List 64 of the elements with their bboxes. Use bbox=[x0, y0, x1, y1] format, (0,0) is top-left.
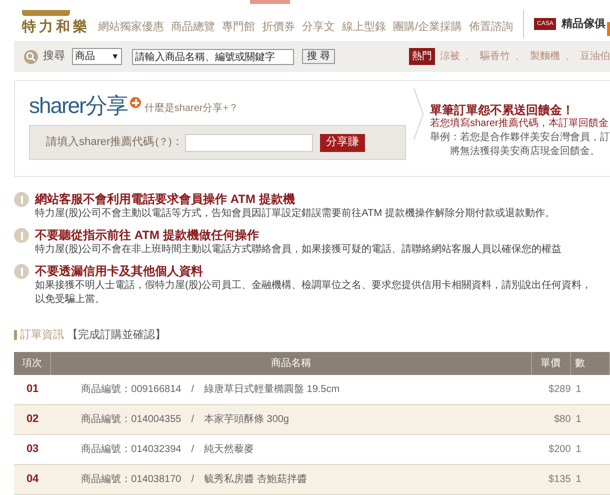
hot-keyword-link[interactable]: 驅香竹 bbox=[480, 49, 510, 64]
table-cell-text: 商品編號：009166814 / 綠唐草日式輕量橢圓盤 19.5cm bbox=[80, 382, 341, 396]
table-cell-text: $200 bbox=[548, 442, 571, 456]
table-cell-text: 商品編號：014004355 / 本家芋頭酥條 300g bbox=[80, 412, 290, 426]
promo-text: 若您填寫sharer推薦代碼，本訂單回饋金 bbox=[430, 117, 610, 131]
separator: 、 bbox=[464, 50, 476, 64]
warning-text: 特力屋(股)公司不會在非上班時間主動以電話方式聯絡會員，如果接獲可疑的電話、請聯絡網站客服人員以確保您的權益 bbox=[35, 243, 563, 257]
share-button[interactable]: 分享賺 bbox=[320, 134, 365, 152]
nav-link[interactable]: 團購/企業採購 bbox=[393, 18, 462, 35]
nav-link[interactable]: 線上型錄 bbox=[342, 18, 386, 35]
brand-link[interactable]: 精品傢俱 bbox=[561, 16, 606, 32]
search-icon bbox=[24, 50, 38, 64]
alert-icon bbox=[14, 192, 29, 207]
hot-keyword-link[interactable]: 製麵機 bbox=[530, 49, 560, 64]
table-cell-text: 商品編號：014038170 / 毓秀私房醬 杏鮑菇拌醬 bbox=[80, 472, 308, 486]
referral-label: 請填入sharer推薦代碼 bbox=[46, 134, 154, 150]
hint-link[interactable]: (？) bbox=[155, 135, 172, 150]
category-dropdown[interactable]: 商品 ▼ bbox=[72, 48, 122, 65]
promo-title: 單筆訂單怨不累送回饋金！ bbox=[430, 103, 575, 117]
nav-link[interactable]: 佈置諮詢 bbox=[469, 18, 514, 35]
search-button[interactable]: 搜 尋 bbox=[302, 49, 335, 64]
table-cell-text: 03 bbox=[25, 442, 40, 457]
table-cell-text: 1 bbox=[574, 382, 582, 396]
warning-title: 不要聽從指示前往 ATM 提款機做任何操作 bbox=[35, 227, 260, 243]
sharer-logo: sharer分享 bbox=[29, 93, 128, 119]
table-cell-text: 商品編號：014032394 / 純天然藜麥 bbox=[80, 442, 255, 456]
nav-link[interactable]: 網站獨家優惠 bbox=[98, 18, 164, 35]
hot-keyword-link[interactable]: 豆油伯 bbox=[580, 49, 610, 64]
logo-mark bbox=[22, 10, 70, 16]
logo-text: 特力和樂 bbox=[22, 17, 90, 36]
table-cell-text: 1 bbox=[574, 442, 582, 456]
table-cell-text: $80 bbox=[553, 412, 571, 426]
promo-text: 舉例：若您是合作夥伴美安台灣會員，訂 bbox=[430, 131, 610, 145]
table-cell-text: $289 bbox=[548, 382, 571, 396]
plus-icon bbox=[130, 97, 142, 108]
nav-link[interactable]: 專門館 bbox=[222, 18, 255, 35]
referral-code-field[interactable] bbox=[184, 134, 313, 152]
table-cell-text: 04 bbox=[25, 472, 40, 487]
alert-icon bbox=[14, 264, 29, 279]
table-cell-text: 01 bbox=[25, 382, 40, 397]
search-field[interactable]: 請輸入商品名稱、編號或關鍵字 bbox=[132, 48, 294, 64]
alert-icon bbox=[14, 228, 29, 243]
warning-text: 特力屋(股)公司不會主動以電話等方式，告知會員因訂單設定錯誤需要前往ATM 提款機操作解除分期付款或退款動作。 bbox=[35, 207, 556, 221]
nav-link[interactable]: 分享文 bbox=[302, 18, 335, 35]
hot-keyword-link[interactable]: 涼被 bbox=[440, 49, 460, 64]
warning-title: 網站客服不會利用電話要求會員操作 ATM 提款機 bbox=[35, 191, 296, 207]
hot-label: 熱門 bbox=[409, 48, 435, 65]
warning-text: 如果接獲不明人士電話，假特力屋(股)公司員工、金融機構、檢調單位之名、要求您提供信用卡相關資料，請別說出任何資料，以免受騙上當。 bbox=[35, 279, 593, 307]
colon-label: ： bbox=[172, 135, 183, 150]
chevron-divider bbox=[413, 86, 424, 142]
separator: 、 bbox=[564, 50, 576, 64]
nav-link[interactable]: 折價券 bbox=[262, 18, 295, 35]
separator: 、 bbox=[514, 50, 526, 64]
promo-text: 將無法獲得美安商店現金回饋金。 bbox=[449, 145, 601, 159]
table-cell-text: 1 bbox=[574, 412, 582, 426]
table-cell-text: $135 bbox=[548, 472, 571, 486]
warning-title: 不要透漏信用卡及其他個人資料 bbox=[35, 263, 204, 279]
section-subtitle: 【完成訂購並確認】 bbox=[67, 328, 166, 343]
table-cell-text: 1 bbox=[574, 472, 582, 486]
section-title: 訂單資訊 bbox=[20, 328, 64, 343]
nav-link[interactable]: 商品總覽 bbox=[171, 18, 215, 35]
search-label: 搜尋 bbox=[43, 49, 65, 64]
help-link[interactable]: 什麼是sharer分享+？ bbox=[144, 101, 239, 116]
table-cell-text: 02 bbox=[25, 412, 40, 427]
